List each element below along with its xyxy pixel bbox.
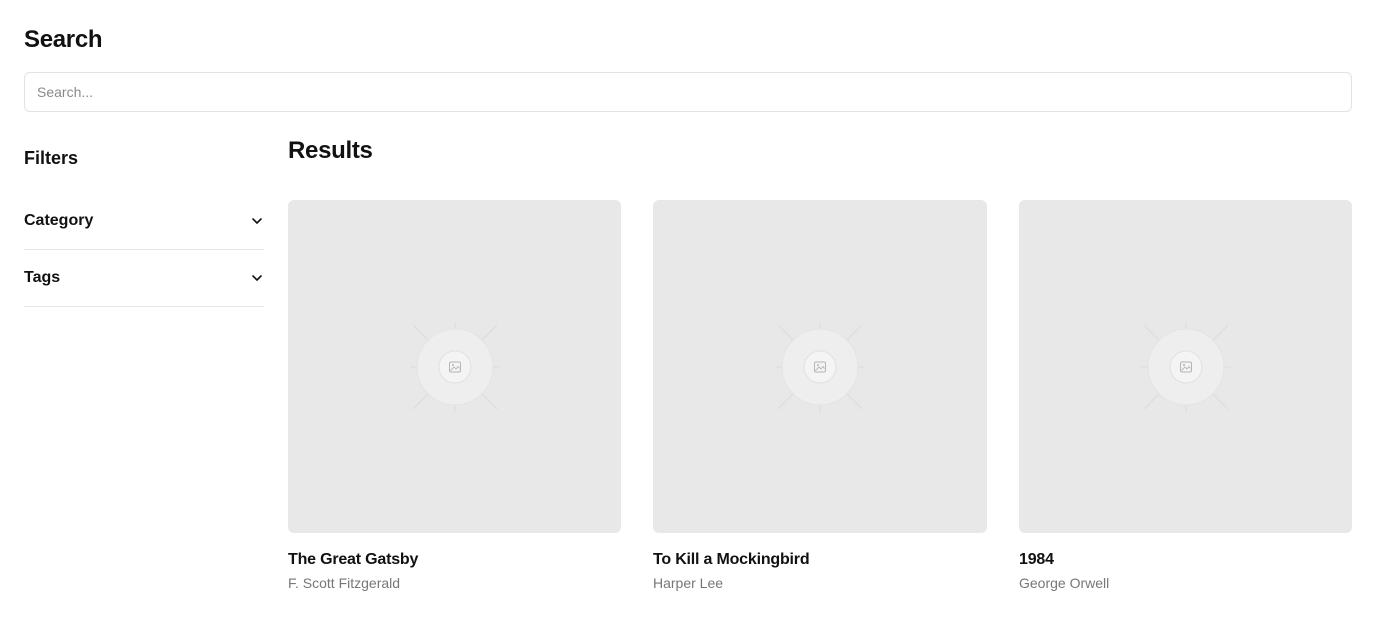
result-title[interactable]: The Great Gatsby (288, 551, 621, 569)
result-thumbnail[interactable] (1019, 200, 1352, 533)
result-author: George Orwell (1019, 575, 1110, 591)
result-title[interactable]: 1984 (1019, 551, 1352, 569)
filter-category-label: Category (24, 212, 94, 229)
result-thumbnail[interactable] (288, 200, 621, 533)
result-card[interactable]: To Kill a Mockingbird Harper Lee (653, 200, 987, 591)
search-page: Search Filters Category Tags Results (0, 0, 1376, 637)
results-section: Results The Great Gatsby F. Scott Fitzge… (288, 134, 1352, 591)
search-input[interactable] (25, 73, 1351, 111)
chevron-down-icon[interactable] (250, 214, 264, 228)
chevron-down-icon[interactable] (250, 271, 264, 285)
filter-tags[interactable]: Tags (24, 250, 264, 307)
search-box[interactable] (24, 72, 1352, 112)
filter-tags-label: Tags (24, 269, 61, 286)
result-card[interactable]: 1984 George Orwell (1019, 200, 1352, 591)
results-grid: The Great Gatsby F. Scott Fitzgerald To … (288, 200, 1352, 591)
results-heading: Results (288, 137, 373, 164)
image-placeholder-icon (1140, 321, 1231, 412)
page-title: Search (24, 26, 103, 53)
result-title[interactable]: To Kill a Mockingbird (653, 551, 987, 569)
result-card[interactable]: The Great Gatsby F. Scott Fitzgerald (288, 200, 621, 591)
image-placeholder-icon (409, 321, 500, 412)
filters-heading: Filters (24, 148, 79, 168)
filters-sidebar: Filters Category Tags (24, 140, 264, 307)
result-author: F. Scott Fitzgerald (288, 575, 401, 591)
result-thumbnail[interactable] (653, 200, 987, 533)
filter-category[interactable]: Category (24, 193, 264, 250)
result-author: Harper Lee (653, 575, 724, 591)
image-placeholder-icon (775, 321, 865, 412)
